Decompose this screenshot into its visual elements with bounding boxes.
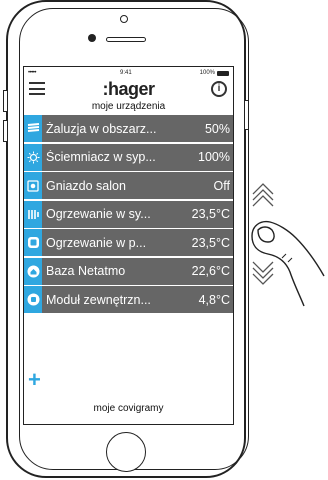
device-list: Żaluzja w obszarz... 50% Ściemniacz w sy… xyxy=(24,115,233,313)
radiator-icon xyxy=(24,200,42,228)
signal-indicator: ••••• xyxy=(28,70,37,76)
chevron-down-icon xyxy=(252,261,274,285)
device-value: 22,6°C xyxy=(191,264,230,278)
device-value: Off xyxy=(213,178,230,193)
app-screen: ••••• 9:41 100% :hager i moje urządzenia… xyxy=(23,66,234,425)
device-row-netatmo-station[interactable]: Baza Netatmo 22,6°C xyxy=(24,257,233,285)
device-name: Baza Netatmo xyxy=(46,264,126,278)
device-value: 23,5°C xyxy=(191,207,230,221)
scenes-section-title: moje covigramy xyxy=(93,403,164,414)
volume-down-button xyxy=(3,120,8,142)
chevron-up-icon xyxy=(252,183,274,207)
device-name: Moduł zewnętrzn... xyxy=(46,292,151,307)
battery-percent: 100% xyxy=(199,70,215,76)
power-button xyxy=(244,100,249,130)
battery-icon xyxy=(217,71,229,76)
device-value: 23,5°C xyxy=(191,235,230,250)
camera-icon xyxy=(88,34,96,42)
device-name: Ogrzewanie w p... xyxy=(46,235,147,250)
device-name: Gniazdo salon xyxy=(46,178,126,193)
volume-up-button xyxy=(3,90,8,112)
thermostat-icon xyxy=(24,229,42,256)
home-station-icon xyxy=(24,257,42,285)
device-row-socket[interactable]: Gniazdo salon Off xyxy=(24,172,233,199)
status-time: 9:41 xyxy=(120,70,132,76)
info-icon[interactable]: i xyxy=(211,81,227,97)
device-value: 100% xyxy=(198,150,230,164)
device-row-shutter[interactable]: Żaluzja w obszarz... 50% xyxy=(24,115,233,142)
device-row-outdoor-module[interactable]: Moduł zewnętrzn... 4,8°C xyxy=(24,286,233,313)
device-name: Żaluzja w obszarz... xyxy=(46,121,157,136)
home-button[interactable] xyxy=(106,432,146,472)
devices-section-title: moje urządzenia xyxy=(91,101,166,112)
hager-logo: :hager xyxy=(102,79,155,99)
dimmer-icon xyxy=(24,143,42,171)
finger-icon xyxy=(251,220,325,307)
device-row-thermostat[interactable]: Ogrzewanie w p... 23,5°C xyxy=(24,229,233,256)
device-name: Ściemniacz w syp... xyxy=(46,150,156,164)
device-value: 4,8°C xyxy=(198,292,230,307)
proximity-sensor xyxy=(120,15,128,23)
device-row-dimmer[interactable]: Ściemniacz w syp... 100% xyxy=(24,143,233,171)
device-row-radiator[interactable]: Ogrzewanie w sy... 23,5°C xyxy=(24,200,233,228)
outdoor-module-icon xyxy=(24,286,42,313)
add-device-button[interactable]: + xyxy=(28,367,41,393)
status-bar: ••••• 9:41 100% xyxy=(24,67,233,79)
shutter-icon xyxy=(24,115,42,142)
device-name: Ogrzewanie w sy... xyxy=(46,207,151,221)
app-header: :hager i xyxy=(24,79,233,101)
speaker-grille xyxy=(106,37,146,42)
socket-icon xyxy=(24,172,42,199)
device-value: 50% xyxy=(204,121,230,136)
swipe-gesture-illustration xyxy=(251,183,325,307)
